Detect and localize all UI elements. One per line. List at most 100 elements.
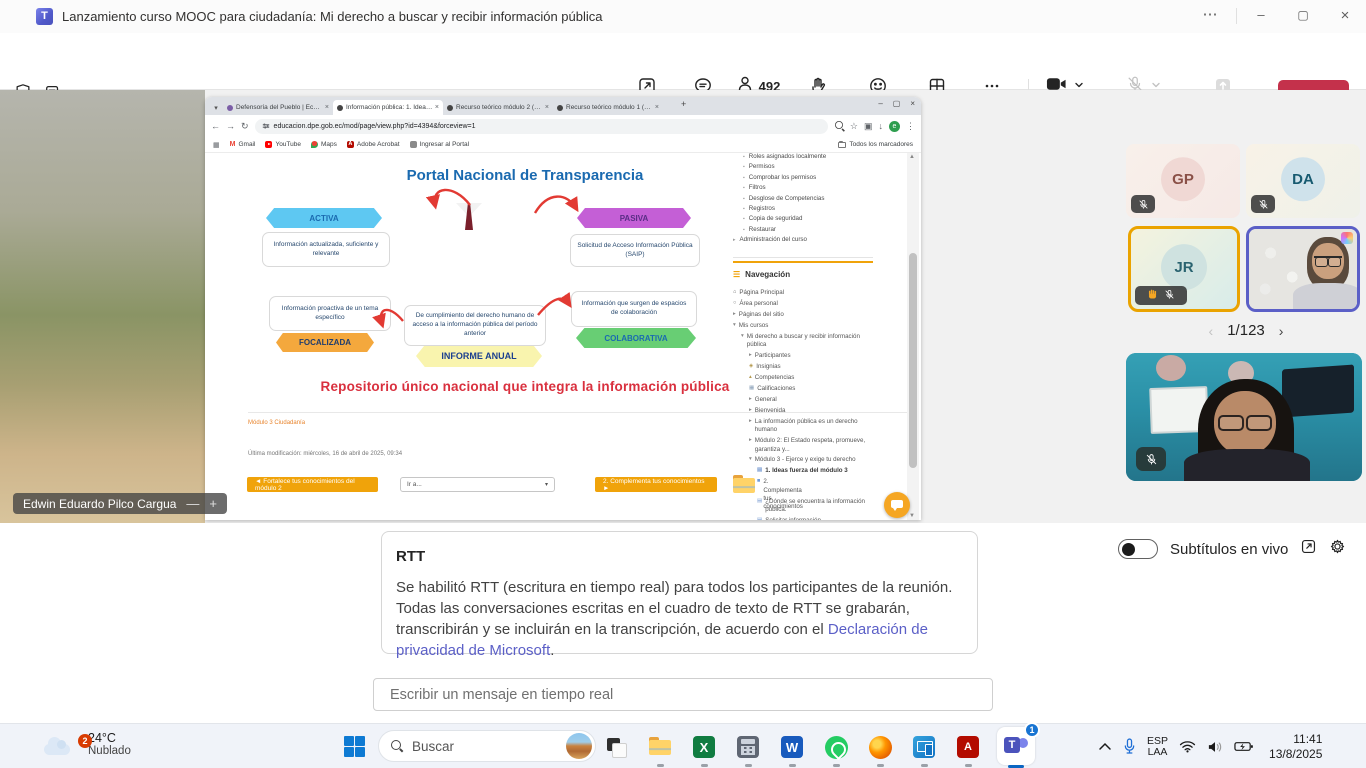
profile-avatar[interactable]: e bbox=[889, 121, 900, 132]
clock[interactable]: 11:41 13/8/2025 bbox=[1269, 732, 1322, 762]
captions-settings-icon[interactable] bbox=[1329, 538, 1346, 560]
page-scrollbar[interactable]: ▲ ▼ bbox=[907, 153, 919, 520]
admin-item[interactable]: ▸ Administración del curso bbox=[733, 236, 883, 243]
language-indicator[interactable]: ESPLAA bbox=[1147, 736, 1168, 758]
bookmark-item[interactable]: Ingresar al Portal bbox=[410, 141, 470, 148]
navigation-item[interactable]: ▸ Bienvenida bbox=[733, 407, 879, 415]
acrobat-button[interactable]: A bbox=[953, 732, 983, 762]
navigation-item[interactable]: ▾ Módulo 3 - Ejerce y exige tu derecho bbox=[733, 456, 879, 464]
navigation-item[interactable]: ▤ 1. Ideas fuerza del módulo 3 bbox=[733, 467, 879, 475]
navigation-item[interactable]: ▸ Participantes bbox=[733, 352, 879, 360]
next-activity-button[interactable]: 2. Complementa tus conocimientos ► bbox=[595, 477, 717, 492]
floating-chat-button[interactable] bbox=[884, 492, 910, 518]
apps-grid-icon[interactable]: ▦ bbox=[213, 141, 220, 149]
participant-tile-jr[interactable]: JR bbox=[1128, 226, 1240, 312]
navigation-item[interactable]: ▸ Módulo 2: El Estado respeta, promueve,… bbox=[733, 437, 879, 454]
tab-search-icon[interactable]: ▾ bbox=[209, 102, 223, 115]
admin-item[interactable]: ▪ Restaurar bbox=[733, 226, 883, 233]
bookmark-star-icon[interactable]: ☆ bbox=[850, 121, 858, 132]
phone-link-button[interactable] bbox=[909, 732, 939, 762]
pager-next-icon[interactable]: › bbox=[1279, 323, 1284, 339]
admin-item[interactable]: ▪ Desglose de Competencias bbox=[733, 195, 883, 202]
file-explorer-button[interactable] bbox=[645, 732, 675, 762]
tab-close-icon[interactable]: × bbox=[655, 104, 659, 111]
participant-tile-gp[interactable]: GP bbox=[1126, 144, 1240, 218]
navigation-item[interactable]: ▤ Solicitar información bbox=[733, 517, 879, 520]
reload-icon[interactable]: ↻ bbox=[241, 121, 249, 132]
navigation-item[interactable]: ▸ General bbox=[733, 396, 879, 404]
teams-taskbar-button[interactable]: T 1 bbox=[997, 727, 1035, 765]
navigation-item[interactable]: ▴ Competencias bbox=[733, 374, 879, 382]
calculator-button[interactable] bbox=[733, 732, 763, 762]
browser-tab[interactable]: Recurso teórico módulo 2 (1)... × bbox=[443, 100, 553, 115]
window-more-icon[interactable]: ⋯ bbox=[1196, 5, 1224, 27]
window-restore-button[interactable]: ▢ bbox=[1288, 5, 1318, 27]
address-input[interactable]: educacion.dpe.gob.ec/mod/page/view.php?i… bbox=[255, 119, 828, 134]
zoom-search-icon[interactable] bbox=[834, 117, 844, 135]
admin-item[interactable]: ▪ Roles asignados localmente bbox=[733, 153, 883, 160]
tray-microphone-icon[interactable] bbox=[1123, 738, 1136, 755]
back-icon[interactable]: ← bbox=[211, 121, 220, 131]
weather-widget[interactable]: 2 24°C Nublado bbox=[44, 731, 131, 757]
admin-item[interactable]: ▪ Registros bbox=[733, 205, 883, 212]
battery-icon[interactable] bbox=[1234, 740, 1254, 753]
word-button[interactable]: W bbox=[777, 732, 807, 762]
start-button[interactable] bbox=[344, 736, 365, 757]
live-captions-toggle[interactable] bbox=[1118, 539, 1158, 559]
scroll-down-icon[interactable]: ▼ bbox=[909, 513, 915, 519]
tab-close-icon[interactable]: × bbox=[325, 104, 329, 111]
tab-close-icon[interactable]: × bbox=[435, 104, 439, 111]
tray-expand-icon[interactable] bbox=[1098, 742, 1112, 751]
navigation-item[interactable]: ▦ Calificaciones bbox=[733, 385, 879, 393]
navigation-item[interactable]: ▤ ¿Dónde se encuentra la información púb… bbox=[733, 498, 879, 515]
bookmark-item[interactable]: A Adobe Acrobat bbox=[347, 141, 400, 148]
navigation-item[interactable]: ▾ Mi derecho a buscar y recibir informac… bbox=[733, 333, 879, 350]
browser-tab[interactable]: Información pública: 1. Ideas f... × bbox=[333, 100, 443, 115]
browser-minimize-button[interactable]: – bbox=[878, 99, 882, 108]
excel-button[interactable]: X bbox=[689, 732, 719, 762]
captions-popout-icon[interactable] bbox=[1300, 538, 1317, 560]
browser-tab[interactable]: Recurso teórico módulo 1 (1)... × bbox=[553, 100, 663, 115]
navigation-item[interactable]: ◈ Insignias bbox=[733, 363, 879, 371]
taskbar-search[interactable]: Buscar bbox=[378, 730, 596, 762]
navigation-item[interactable]: ○ Área personal bbox=[733, 300, 879, 308]
side-panel-icon[interactable]: ▣ bbox=[864, 121, 873, 132]
participant-tile-da[interactable]: DA bbox=[1246, 144, 1360, 218]
navigation-item[interactable]: ⌂ Página Principal bbox=[733, 289, 879, 297]
browser-maximize-button[interactable]: ▢ bbox=[893, 99, 901, 108]
bookmark-item[interactable]: Maps bbox=[311, 141, 337, 148]
prev-activity-button[interactable]: ◄ Fortalece tus conocimientos del módulo… bbox=[247, 477, 378, 492]
window-close-button[interactable]: × bbox=[1330, 5, 1360, 27]
downloads-icon[interactable]: ↓ bbox=[879, 121, 884, 131]
navigation-item[interactable]: ▾ Mis cursos bbox=[733, 322, 879, 330]
navigation-item[interactable]: ▸ Páginas del sitio bbox=[733, 311, 879, 319]
navigation-item[interactable]: ▸ La información pública es un derecho h… bbox=[733, 418, 879, 435]
window-minimize-button[interactable]: – bbox=[1246, 5, 1276, 27]
participant-tile-video[interactable] bbox=[1246, 226, 1360, 312]
jump-to-select[interactable]: Ir a... ▾ bbox=[400, 477, 555, 492]
forward-icon[interactable]: → bbox=[226, 121, 235, 131]
task-view-button[interactable] bbox=[601, 732, 631, 762]
spotlight-video-tile[interactable] bbox=[1126, 353, 1362, 481]
admin-item[interactable]: ▪ Permisos bbox=[733, 163, 883, 170]
tab-close-icon[interactable]: × bbox=[545, 104, 549, 111]
bing-daily-image[interactable] bbox=[566, 733, 592, 759]
admin-item[interactable]: ▪ Filtros bbox=[733, 184, 883, 191]
admin-item[interactable]: ▪ Copia de seguridad bbox=[733, 215, 883, 222]
bookmark-item[interactable]: M Gmail bbox=[230, 141, 256, 148]
volume-icon[interactable] bbox=[1207, 740, 1223, 754]
rtt-message-input[interactable] bbox=[390, 687, 976, 703]
browser-tab[interactable]: Defensoría del Pueblo | Ecuado × bbox=[223, 100, 333, 115]
module-link[interactable]: Módulo 3 Ciudadanía bbox=[248, 420, 305, 426]
wifi-icon[interactable] bbox=[1179, 740, 1196, 753]
admin-item[interactable]: ▪ Comprobar los permisos bbox=[733, 174, 883, 181]
scrollbar-thumb[interactable] bbox=[909, 253, 917, 468]
navigation-item[interactable]: ■ 2. Complementa tus conocimientos bbox=[733, 478, 757, 495]
browser-menu-icon[interactable]: ⋮ bbox=[906, 121, 915, 132]
firefox-button[interactable] bbox=[865, 732, 895, 762]
pager-prev-icon[interactable]: ‹ bbox=[1209, 323, 1214, 339]
browser-close-button[interactable]: × bbox=[910, 99, 915, 108]
zoom-out-icon[interactable]: — bbox=[186, 496, 199, 511]
scroll-up-icon[interactable]: ▲ bbox=[909, 154, 915, 160]
all-bookmarks-button[interactable]: Todos los marcadores bbox=[838, 141, 913, 148]
